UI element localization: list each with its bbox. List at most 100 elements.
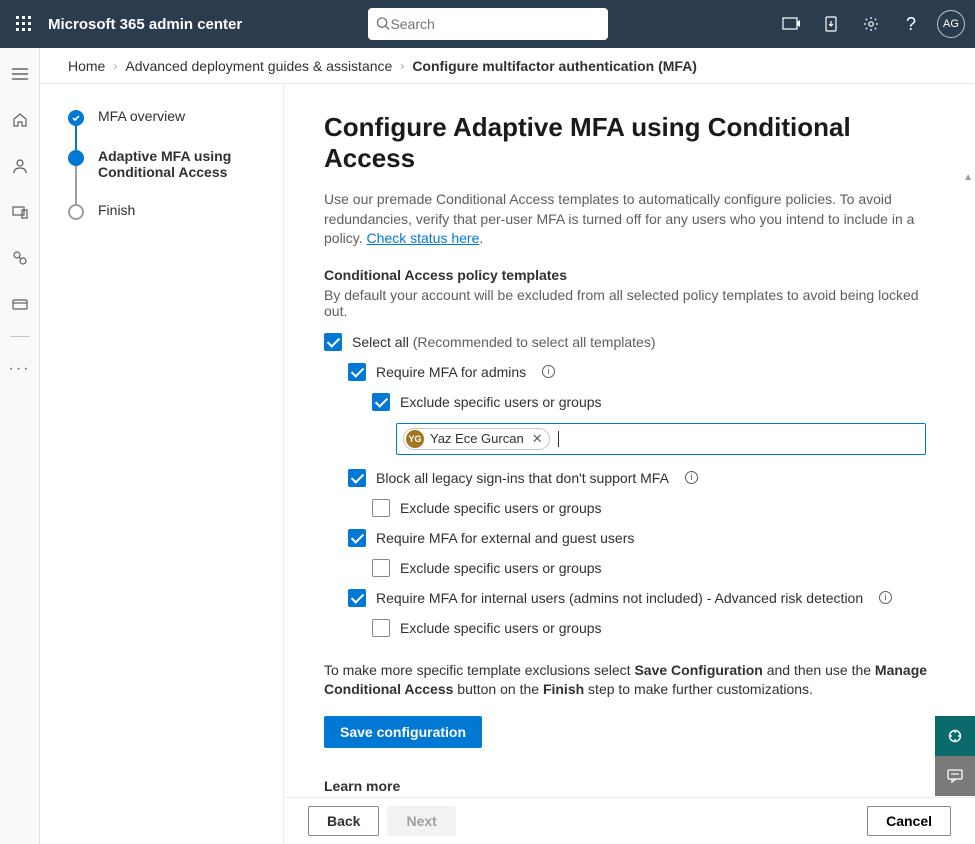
- step-indicator-active: [68, 150, 84, 166]
- template-1-exclude-label: Exclude specific users or groups: [400, 394, 602, 410]
- avatar: AG: [937, 10, 965, 38]
- wizard-steps: MFA overview Adaptive MFA using Conditio…: [40, 84, 284, 844]
- template-4-exclude-row: Exclude specific users or groups: [372, 619, 935, 637]
- template-2-row: Block all legacy sign-ins that don't sup…: [348, 469, 935, 487]
- template-1-label: Require MFA for admins: [376, 364, 526, 380]
- template-1-row: Require MFA for admins i: [348, 363, 935, 381]
- people-picker[interactable]: YG Yaz Ece Gurcan ✕: [396, 423, 926, 455]
- template-1-exclude-row: Exclude specific users or groups: [372, 393, 935, 411]
- para-a: To make more specific template exclusion…: [324, 662, 634, 678]
- select-all-row: Select all (Recommended to select all te…: [324, 333, 935, 351]
- devices-icon[interactable]: [0, 194, 40, 230]
- template-3-row: Require MFA for external and guest users: [348, 529, 935, 547]
- next-button: Next: [387, 806, 455, 836]
- feedback-button[interactable]: [935, 756, 975, 796]
- breadcrumb-current: Configure multifactor authentication (MF…: [412, 58, 697, 74]
- picker-caret: [558, 431, 559, 447]
- exclusion-note: To make more specific template exclusion…: [324, 661, 935, 700]
- template-4-checkbox[interactable]: [348, 589, 366, 607]
- billing-icon[interactable]: [0, 286, 40, 322]
- users-icon[interactable]: [0, 148, 40, 184]
- step-indicator-pending: [68, 204, 84, 220]
- step-label: MFA overview: [98, 108, 185, 126]
- waffle-icon: [16, 16, 32, 32]
- step-label: Adaptive MFA using Conditional Access: [98, 148, 267, 180]
- setup-icon[interactable]: [0, 240, 40, 276]
- select-all-text: Select all: [352, 334, 413, 350]
- page-title: Configure Adaptive MFA using Conditional…: [324, 112, 935, 174]
- check-status-link[interactable]: Check status here: [367, 230, 480, 246]
- breadcrumb-home[interactable]: Home: [68, 58, 105, 74]
- template-3-exclude-row: Exclude specific users or groups: [372, 559, 935, 577]
- wizard-bottom-bar: Back Next Cancel: [284, 797, 975, 844]
- step-connector: [75, 164, 77, 204]
- chip-avatar: YG: [406, 430, 424, 448]
- back-button[interactable]: Back: [308, 806, 379, 836]
- intro-paragraph: Use our premade Conditional Access templ…: [324, 190, 935, 249]
- step-indicator-done: [68, 110, 84, 126]
- help-pane-button[interactable]: [935, 716, 975, 756]
- select-all-checkbox[interactable]: [324, 333, 342, 351]
- info-icon[interactable]: i: [879, 591, 892, 604]
- template-4-exclude-checkbox[interactable]: [372, 619, 390, 637]
- template-3-label: Require MFA for external and guest users: [376, 530, 634, 546]
- search-icon: [376, 16, 391, 32]
- app-launcher-button[interactable]: [0, 0, 48, 48]
- template-2-label: Block all legacy sign-ins that don't sup…: [376, 470, 669, 486]
- nav-toggle-button[interactable]: [0, 56, 40, 92]
- save-configuration-button[interactable]: Save configuration: [324, 716, 482, 748]
- section-subtext: By default your account will be excluded…: [324, 287, 935, 319]
- info-icon[interactable]: i: [542, 365, 555, 378]
- floating-widgets: [935, 716, 975, 796]
- select-all-label: Select all (Recommended to select all te…: [352, 334, 655, 350]
- template-2-exclude-checkbox[interactable]: [372, 499, 390, 517]
- para-e: button on the: [453, 681, 543, 697]
- top-bar: Microsoft 365 admin center ? AG: [0, 0, 975, 48]
- template-3-exclude-label: Exclude specific users or groups: [400, 560, 602, 576]
- para-c: and then use the: [763, 662, 875, 678]
- share-to-teams-icon[interactable]: [771, 0, 811, 48]
- template-1-checkbox[interactable]: [348, 363, 366, 381]
- step-adaptive[interactable]: Adaptive MFA using Conditional Access: [68, 148, 267, 202]
- template-4-label: Require MFA for internal users (admins n…: [376, 590, 863, 606]
- template-4-row: Require MFA for internal users (admins n…: [348, 589, 935, 607]
- template-2-checkbox[interactable]: [348, 469, 366, 487]
- template-3-exclude-checkbox[interactable]: [372, 559, 390, 577]
- scroll-arrow-icon: ▲: [963, 172, 973, 183]
- search-input[interactable]: [390, 16, 599, 32]
- cancel-button[interactable]: Cancel: [867, 806, 951, 836]
- chevron-right-icon: ›: [400, 59, 404, 73]
- step-label: Finish: [98, 202, 135, 220]
- chip-name: Yaz Ece Gurcan: [430, 431, 524, 446]
- account-button[interactable]: AG: [931, 0, 971, 48]
- step-finish[interactable]: Finish: [68, 202, 267, 220]
- rail-separator: [10, 336, 30, 337]
- chevron-right-icon: ›: [113, 59, 117, 73]
- step-connector: [75, 124, 77, 150]
- template-1-exclude-checkbox[interactable]: [372, 393, 390, 411]
- search-box[interactable]: [368, 8, 608, 40]
- info-icon[interactable]: i: [685, 471, 698, 484]
- breadcrumb-guides[interactable]: Advanced deployment guides & assistance: [125, 58, 392, 74]
- learn-more-title: Learn more: [324, 778, 935, 794]
- section-title: Conditional Access policy templates: [324, 267, 935, 283]
- template-3-checkbox[interactable]: [348, 529, 366, 547]
- person-chip: YG Yaz Ece Gurcan ✕: [403, 428, 550, 450]
- show-more-icon[interactable]: ···: [0, 351, 40, 387]
- template-4-exclude-label: Exclude specific users or groups: [400, 620, 602, 636]
- para-f: Finish: [543, 681, 584, 697]
- chip-remove-icon[interactable]: ✕: [532, 431, 543, 447]
- settings-icon[interactable]: [851, 0, 891, 48]
- main-panel: ▲ Configure Adaptive MFA using Condition…: [284, 84, 975, 844]
- step-overview[interactable]: MFA overview: [68, 108, 267, 148]
- content-area: Home › Advanced deployment guides & assi…: [40, 48, 975, 844]
- left-rail: ···: [0, 48, 40, 844]
- install-icon[interactable]: [811, 0, 851, 48]
- template-2-exclude-row: Exclude specific users or groups: [372, 499, 935, 517]
- help-icon[interactable]: ?: [891, 0, 931, 48]
- select-all-hint: (Recommended to select all templates): [413, 334, 656, 350]
- para-g: step to make further customizations.: [584, 681, 813, 697]
- home-icon[interactable]: [0, 102, 40, 138]
- template-2-exclude-label: Exclude specific users or groups: [400, 500, 602, 516]
- breadcrumb: Home › Advanced deployment guides & assi…: [40, 48, 975, 84]
